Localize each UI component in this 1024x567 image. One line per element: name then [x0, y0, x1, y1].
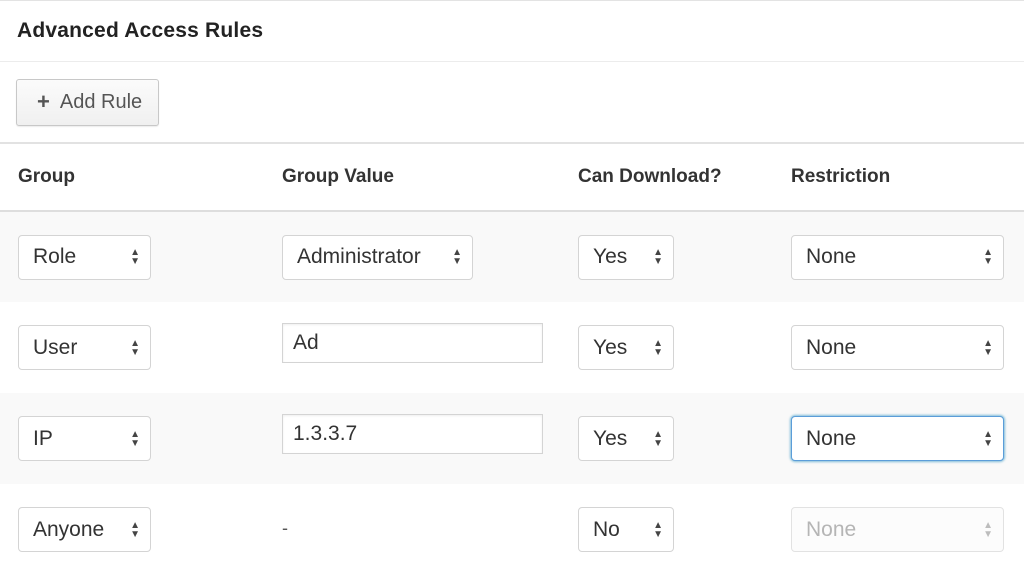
group-select[interactable]: User ▲ ▼: [18, 325, 151, 370]
can-download-value: No: [593, 517, 620, 541]
restriction-value: None: [806, 335, 857, 359]
header-restriction: Restriction: [791, 166, 891, 187]
toolbar: + Add Rule: [0, 62, 1024, 144]
group-value-input[interactable]: 1.3.3.7: [282, 413, 543, 454]
group-value-input-text: 1.3.3.7: [293, 421, 358, 445]
can-download-value: Yes: [593, 335, 628, 359]
up-down-arrows-icon: ▲ ▼: [653, 337, 663, 358]
group-value-input-text: Ad: [293, 330, 319, 354]
group-select-value: User: [33, 335, 78, 359]
up-down-arrows-icon: ▲ ▼: [130, 247, 140, 267]
table-row: Anyone ▲ ▼ - No ▲ ▼ None ▲ ▼: [0, 484, 1024, 567]
can-download-value: Yes: [593, 426, 628, 450]
panel-title: Advanced Access Rules: [17, 19, 264, 42]
restriction-select[interactable]: None ▲ ▼: [791, 325, 1004, 370]
panel-header: Advanced Access Rules: [0, 1, 1024, 62]
add-rule-button[interactable]: + Add Rule: [16, 78, 160, 126]
up-down-arrows-icon: ▲ ▼: [130, 519, 140, 540]
header-group: Group: [18, 166, 75, 187]
group-value-select[interactable]: Administrator ▲ ▼: [282, 234, 473, 280]
rules-table: Group Group Value Can Download? Restrict…: [0, 144, 1024, 567]
up-down-arrows-icon: ▲ ▼: [452, 247, 462, 267]
restriction-select[interactable]: None ▲ ▼: [791, 234, 1004, 280]
add-rule-label: Add Rule: [59, 90, 143, 113]
up-down-arrows-icon: ▲ ▼: [653, 428, 663, 449]
header-group-value: Group Value: [282, 166, 394, 187]
restriction-select[interactable]: None ▲ ▼: [791, 416, 1004, 461]
group-select[interactable]: Anyone ▲ ▼: [18, 507, 151, 552]
group-select[interactable]: IP ▲ ▼: [18, 416, 151, 461]
group-select-value: Anyone: [33, 517, 105, 541]
restriction-value: None: [806, 245, 857, 268]
up-down-arrows-icon: ▲ ▼: [653, 519, 663, 540]
restriction-select-disabled: None ▲ ▼: [791, 507, 1004, 552]
group-select-value: Role: [33, 245, 77, 268]
can-download-select[interactable]: Yes ▲ ▼: [578, 234, 674, 280]
restriction-value: None: [806, 426, 857, 450]
group-value-empty: -: [282, 517, 288, 538]
group-select[interactable]: Role ▲ ▼: [18, 234, 151, 280]
up-down-arrows-icon: ▲ ▼: [983, 428, 993, 449]
group-value-input[interactable]: Ad: [282, 322, 543, 363]
table-header-row: Group Group Value Can Download? Restrict…: [0, 144, 1024, 211]
up-down-arrows-icon: ▲ ▼: [983, 247, 993, 267]
can-download-select[interactable]: Yes ▲ ▼: [578, 416, 674, 461]
up-down-arrows-icon: ▲ ▼: [983, 337, 993, 358]
up-down-arrows-icon: ▲ ▼: [130, 337, 140, 358]
access-rules-panel: Advanced Access Rules + Add Rule Group G…: [0, 0, 1024, 567]
restriction-value: None: [806, 517, 857, 541]
group-select-value: IP: [33, 426, 53, 450]
up-down-arrows-icon: ▲ ▼: [653, 247, 663, 267]
up-down-arrows-icon: ▲ ▼: [983, 519, 993, 540]
can-download-select[interactable]: Yes ▲ ▼: [578, 325, 674, 370]
table-row: IP ▲ ▼ 1.3.3.7 Yes ▲ ▼ None ▲ ▼: [0, 393, 1024, 484]
up-down-arrows-icon: ▲ ▼: [130, 428, 140, 449]
group-value-select-value: Administrator: [297, 245, 421, 268]
table-row: Role ▲ ▼ Administrator ▲ ▼ Yes ▲ ▼ None …: [0, 211, 1024, 302]
table-row: User ▲ ▼ Ad Yes ▲ ▼ None ▲ ▼: [0, 302, 1024, 393]
header-can-download: Can Download?: [578, 166, 722, 187]
can-download-select[interactable]: No ▲ ▼: [578, 507, 674, 552]
plus-icon: +: [37, 89, 50, 114]
can-download-value: Yes: [593, 245, 628, 268]
